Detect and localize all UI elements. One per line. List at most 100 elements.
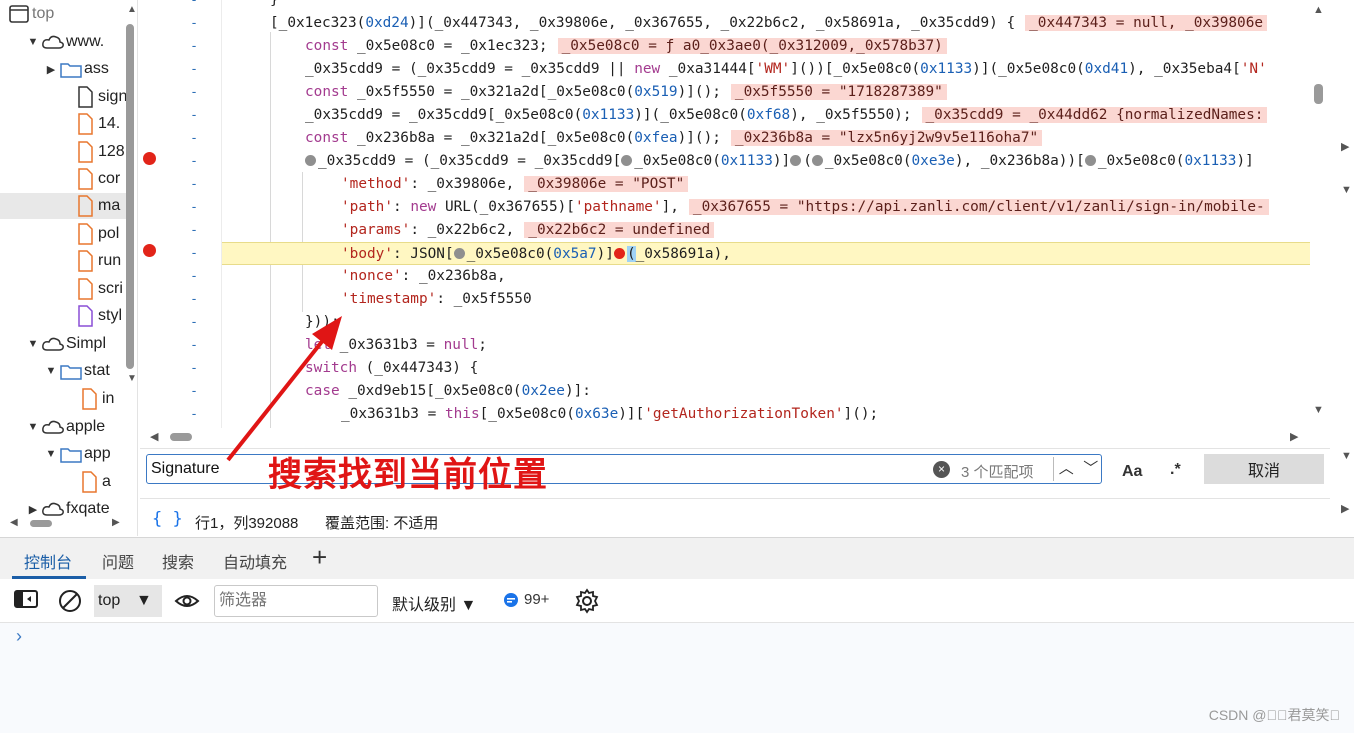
scroll-up-arrow-icon[interactable]: ▲ — [1313, 4, 1324, 16]
log-level-select[interactable]: 默认级别 ▼ — [392, 591, 476, 615]
tab-issues[interactable]: 问题 — [102, 549, 134, 573]
annotation-text: 搜索找到当前位置 — [268, 455, 548, 495]
gutter-line-marker[interactable]: - — [140, 288, 222, 311]
tree-item-assets[interactable]: ▶ ass — [44, 56, 137, 82]
inline-breakpoint-icon[interactable] — [453, 248, 465, 259]
context-select[interactable]: top ▼ — [94, 585, 162, 617]
tree-item-apple[interactable]: ▼ apple — [26, 414, 137, 440]
filter-input[interactable] — [214, 585, 378, 617]
tree-vertical-scrollbar[interactable] — [126, 24, 134, 369]
gutter-line-marker[interactable]: - — [140, 334, 222, 357]
code-editor[interactable]: } [_0x1ec323(0xd24)](_0x447343, _0x39806… — [222, 0, 1310, 428]
chevron-down-icon[interactable]: ▼ — [26, 421, 40, 433]
scroll-down-arrow-icon[interactable]: ▼ — [127, 373, 137, 384]
active-inline-breakpoint-icon[interactable] — [613, 248, 625, 259]
code-line: const _0x5e08c0 = _0x1ec323; _0x5e08c0 = … — [222, 35, 1310, 58]
gutter-line-marker[interactable]: - — [140, 265, 222, 288]
inline-breakpoint-icon[interactable] — [621, 155, 633, 166]
scroll-left-arrow-icon[interactable]: ◀ — [10, 517, 18, 528]
sidebar-toggle-icon[interactable] — [14, 589, 38, 609]
console-prompt-icon[interactable]: › — [16, 626, 22, 647]
gutter-line-marker[interactable]: - — [140, 357, 222, 380]
tree-item-label: apple — [66, 418, 106, 435]
tree-item-www[interactable]: ▼ www. — [26, 29, 137, 55]
gutter-line-marker[interactable]: - — [140, 58, 222, 81]
match-case-button[interactable]: Aa — [1122, 463, 1142, 481]
expand-arrow-icon[interactable]: ▶ — [1341, 140, 1349, 153]
code-line: } — [270, 0, 279, 8]
next-match-icon[interactable]: ﹀ — [1079, 457, 1104, 481]
scroll-right-arrow-icon[interactable]: ▶ — [112, 517, 120, 528]
tree-item-label: fxqate — [66, 500, 110, 517]
gutter-line-marker[interactable]: - — [140, 0, 222, 12]
scroll-down-arrow-icon[interactable]: ▼ — [1313, 404, 1324, 416]
gutter-line-marker[interactable]: - — [140, 380, 222, 403]
tree-item-selected-file[interactable]: ma — [0, 193, 126, 219]
regex-button[interactable]: .* — [1170, 461, 1181, 479]
collapse-arrow-icon[interactable]: ▼ — [1341, 184, 1352, 196]
gutter-line-marker[interactable]: - — [140, 173, 222, 196]
gutter-line-marker[interactable]: - — [140, 35, 222, 58]
chevron-down-icon[interactable]: ▼ — [44, 448, 58, 460]
message-bubble-icon — [504, 592, 518, 607]
scroll-left-arrow-icon[interactable]: ◀ — [150, 430, 158, 443]
clear-console-icon[interactable] — [58, 589, 82, 613]
tree-item-label: styl — [98, 307, 122, 324]
gutter-line-marker[interactable]: - — [140, 403, 222, 426]
tree-horizontal-scrollbar[interactable] — [30, 520, 52, 527]
console-output[interactable]: › — [0, 623, 1354, 733]
gutter-line-marker[interactable]: - — [140, 81, 222, 104]
devtools-window: top ▼ www. ▶ ass sign 14. 128 cor ma pol… — [0, 0, 1354, 733]
inline-breakpoint-icon[interactable] — [1084, 155, 1096, 166]
cancel-search-button[interactable]: 取消 — [1204, 454, 1324, 484]
tree-item-app-folder[interactable]: ▼ app — [44, 441, 137, 467]
collapse-arrow-icon[interactable]: ▼ — [1341, 450, 1352, 462]
js-file-icon — [72, 113, 98, 135]
gutter-line-marker[interactable]: - — [140, 196, 222, 219]
tree-item-static[interactable]: ▼ stat — [44, 358, 137, 384]
code-horizontal-scrollbar[interactable] — [170, 433, 192, 441]
chevron-down-icon[interactable]: ▼ — [26, 36, 40, 48]
gear-icon[interactable] — [574, 588, 600, 614]
add-tab-icon[interactable]: + — [312, 542, 327, 573]
chevron-right-icon[interactable]: ▶ — [44, 63, 58, 76]
folder-icon — [58, 60, 84, 78]
inline-breakpoint-icon[interactable] — [811, 155, 823, 166]
tree-item-top[interactable]: top — [6, 1, 132, 27]
message-count-badge[interactable]: 99+ — [503, 591, 549, 608]
tree-item-simpl[interactable]: ▼ Simpl — [26, 331, 137, 357]
pretty-print-icon[interactable]: { } — [152, 509, 183, 529]
code-line: case _0xd9eb15[_0x5e08c0(0x2ee)]: — [305, 383, 591, 399]
code-vertical-scrollbar[interactable] — [1314, 84, 1323, 104]
tab-console[interactable]: 控制台 — [24, 549, 72, 573]
cloud-icon — [40, 34, 66, 50]
gutter-line-marker[interactable]: - — [140, 12, 222, 35]
scroll-right-arrow-icon[interactable]: ▶ — [1290, 430, 1298, 443]
gutter-line-marker[interactable]: - — [140, 219, 222, 242]
breakpoint-marker[interactable] — [143, 244, 156, 257]
gutter-line-marker[interactable]: - — [140, 311, 222, 334]
clear-search-icon[interactable]: × — [933, 461, 950, 478]
inline-breakpoint-icon[interactable] — [790, 155, 802, 166]
tree-item-file[interactable]: in — [76, 386, 137, 412]
code-line: 'path': new URL(_0x367655)['pathname'], _… — [222, 196, 1310, 219]
tree-item-file[interactable]: a — [76, 469, 137, 495]
js-file-icon — [72, 223, 98, 245]
inline-breakpoint-icon[interactable] — [305, 155, 316, 166]
tab-autofill[interactable]: 自动填充 — [223, 549, 287, 573]
chevron-down-icon[interactable]: ▼ — [44, 365, 58, 377]
live-expression-eye-icon[interactable] — [174, 591, 200, 611]
gutter-line-marker[interactable]: - — [140, 127, 222, 150]
gutter-line-marker[interactable]: - — [140, 104, 222, 127]
code-line: _0x35cdd9 = (_0x35cdd9 = _0x35cdd9 || ne… — [305, 61, 1267, 77]
tab-search[interactable]: 搜索 — [162, 549, 194, 573]
breakpoint-marker[interactable] — [143, 152, 156, 165]
tree-item-fxqate[interactable]: ▶ fxqate — [26, 496, 137, 522]
chevron-right-icon[interactable]: ▶ — [26, 503, 40, 516]
line-number-gutter[interactable]: ------------------- — [140, 0, 222, 428]
expand-arrow-icon[interactable]: ▶ — [1341, 502, 1349, 515]
scroll-up-arrow-icon[interactable]: ▲ — [127, 4, 137, 15]
code-line: let _0x3631b3 = null; — [305, 337, 487, 353]
chevron-down-icon[interactable]: ▼ — [26, 338, 40, 350]
previous-match-icon[interactable]: ︿ — [1054, 457, 1079, 481]
